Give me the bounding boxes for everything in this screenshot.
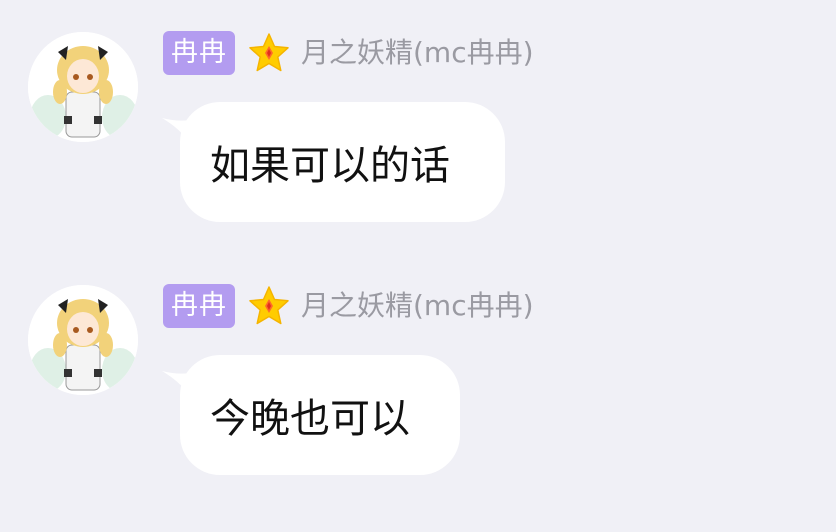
star-icon	[247, 284, 291, 328]
message-header: 冉冉 月之妖精(mc冉冉)	[163, 284, 534, 328]
title-badge: 冉冉	[163, 284, 235, 328]
anime-girl-avatar-icon	[28, 32, 138, 142]
sender-name: 月之妖精(mc冉冉)	[301, 289, 534, 322]
message-header: 冉冉 月之妖精(mc冉冉)	[163, 31, 534, 75]
avatar[interactable]	[28, 32, 138, 142]
star-icon	[247, 31, 291, 75]
anime-girl-avatar-icon	[28, 285, 138, 395]
message-text: 今晚也可以	[210, 396, 410, 442]
chat-message: 冉冉 月之妖精(mc冉冉) 今晚也可以	[0, 253, 836, 483]
message-bubble[interactable]: 今晚也可以	[180, 355, 460, 475]
message-bubble[interactable]: 如果可以的话	[180, 102, 505, 222]
chat-message: 冉冉 月之妖精(mc冉冉) 如果可以的话	[0, 0, 836, 230]
avatar[interactable]	[28, 285, 138, 395]
message-text: 如果可以的话	[210, 143, 450, 189]
title-badge: 冉冉	[163, 31, 235, 75]
sender-name: 月之妖精(mc冉冉)	[301, 36, 534, 69]
